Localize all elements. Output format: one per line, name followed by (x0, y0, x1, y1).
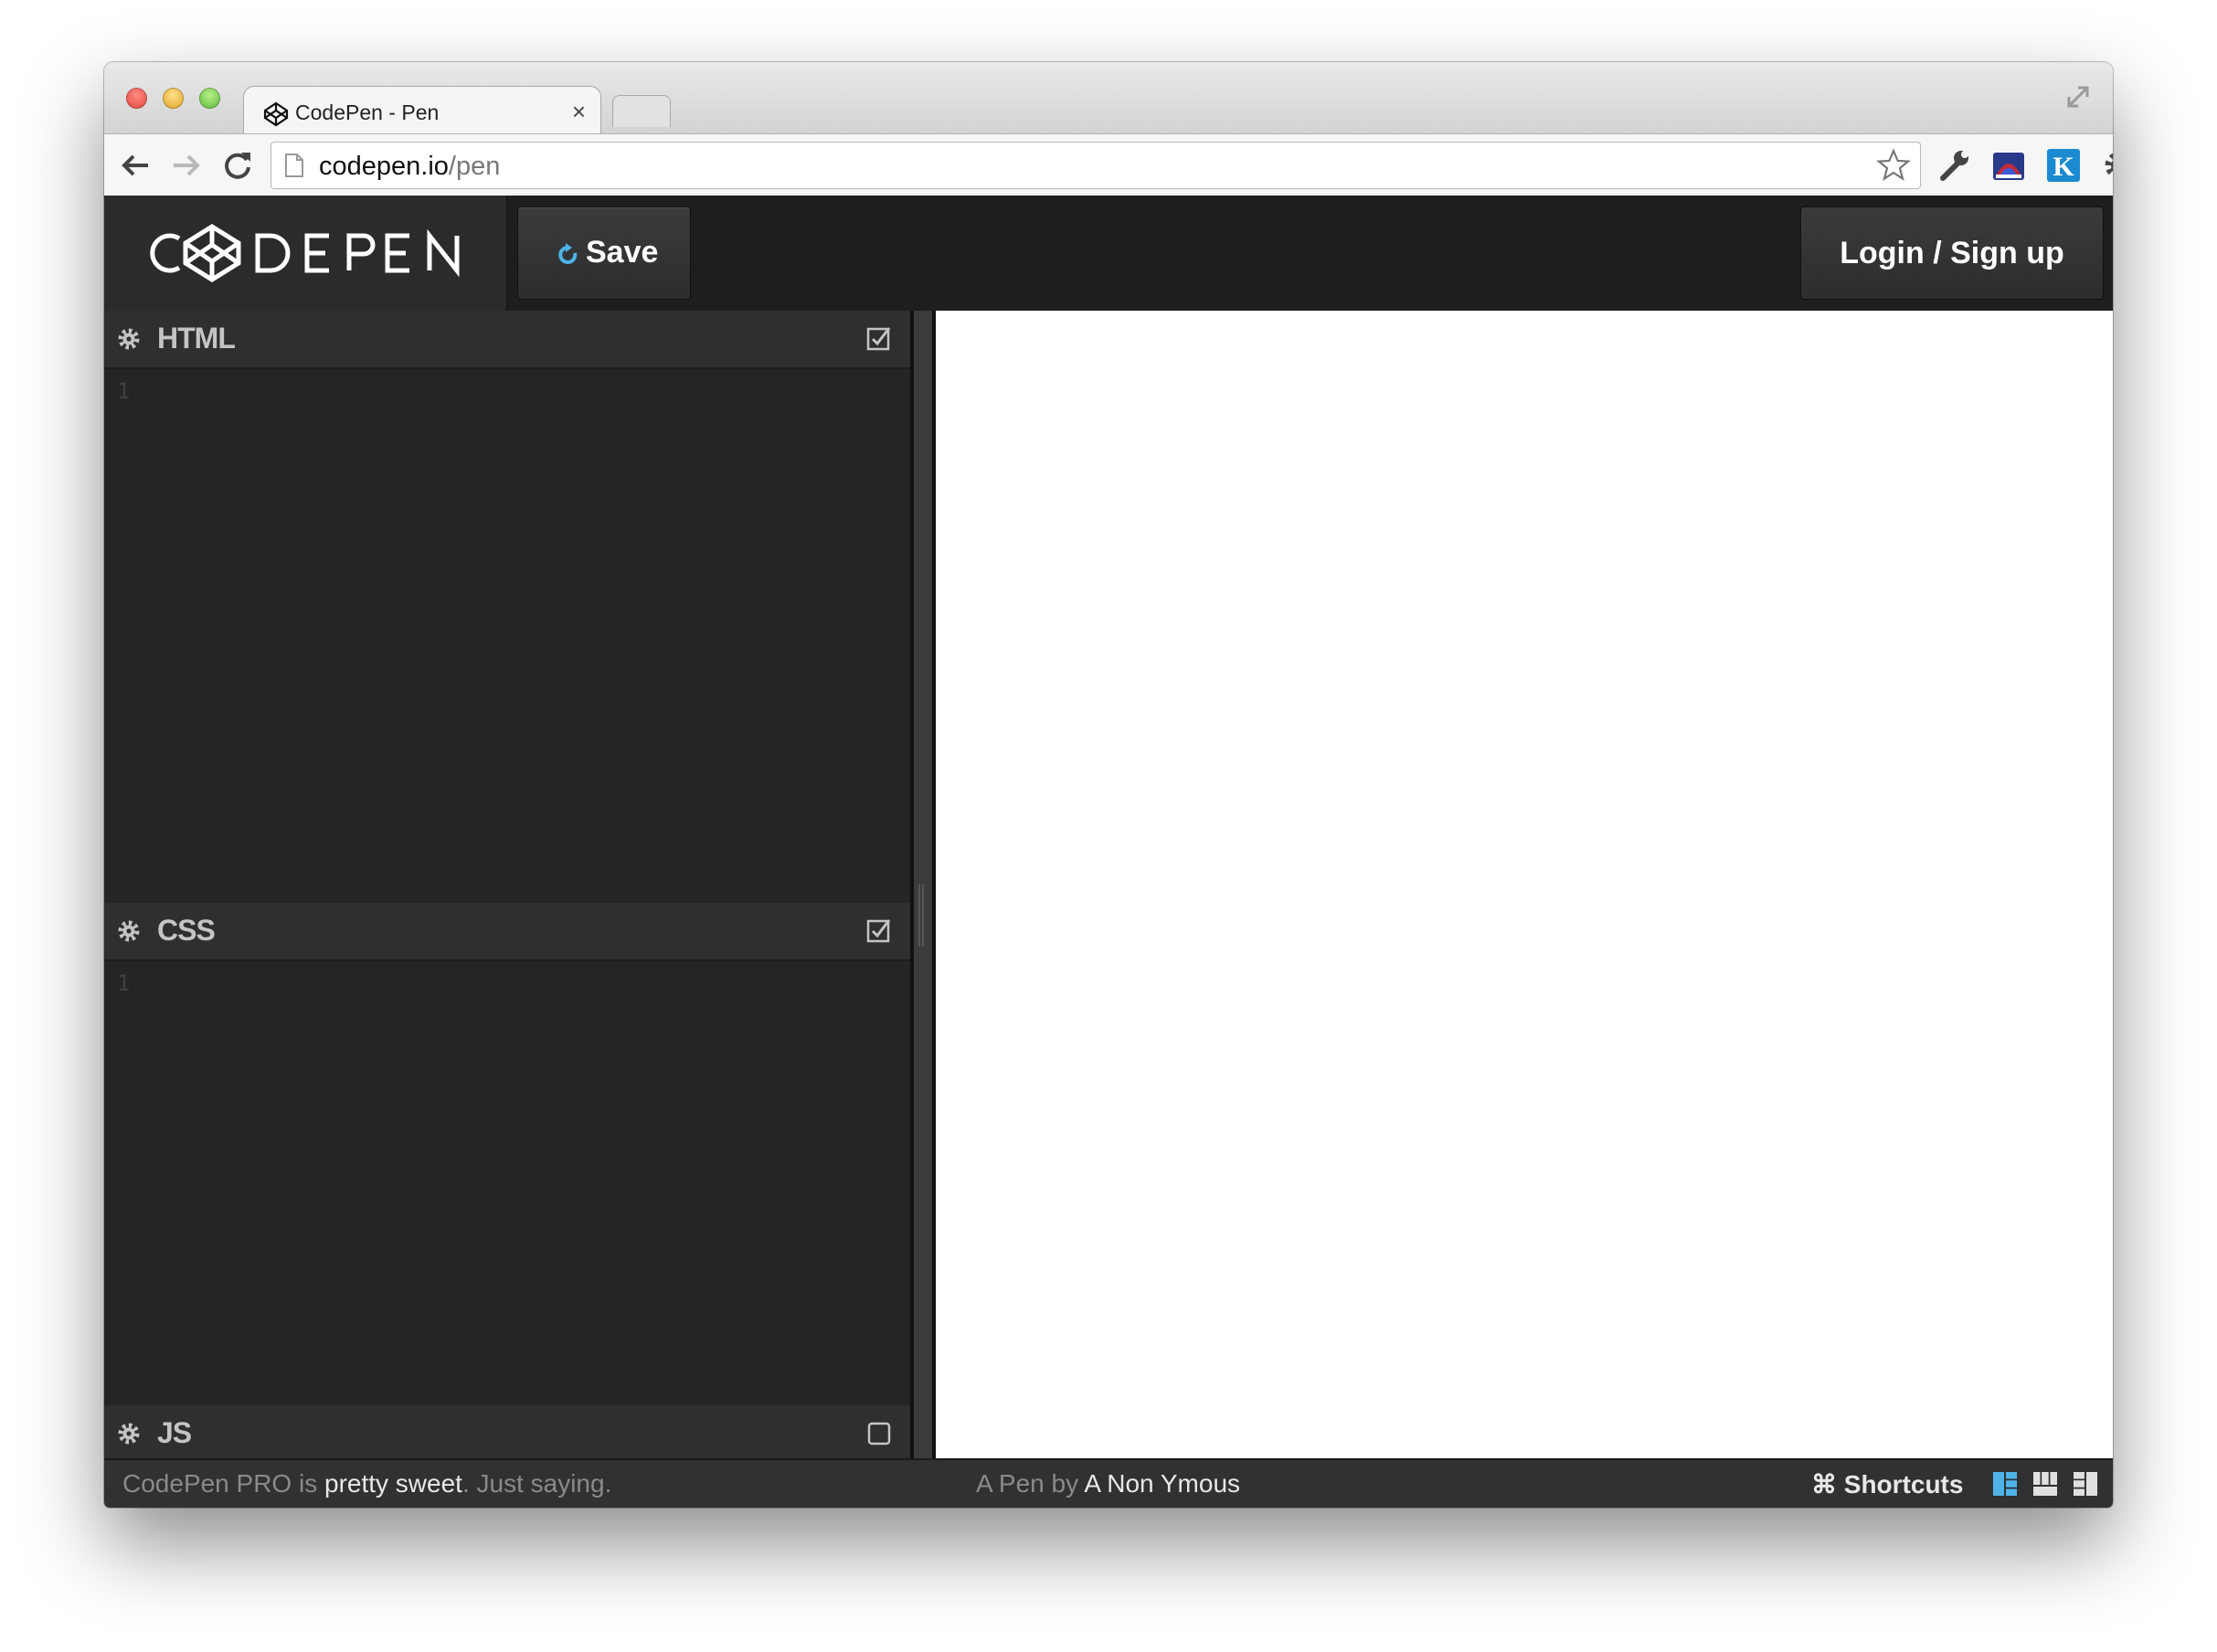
new-tab-button[interactable] (612, 95, 671, 127)
browser-toolbar: codepen.io/pen K (104, 133, 2113, 197)
codepen-header: Save Login / Sign up (104, 196, 2113, 311)
html-panel-title: HTML (157, 322, 236, 355)
js-panel-title: JS (157, 1416, 192, 1449)
css-editor[interactable]: 1 (104, 961, 910, 1405)
pen-byline: A Pen by A Non Ymous (976, 1469, 1240, 1498)
zoom-window-button[interactable] (199, 88, 220, 109)
back-arrow-icon[interactable] (117, 147, 154, 184)
html-settings-gear-icon[interactable] (115, 325, 143, 353)
address-bar[interactable]: codepen.io/pen (270, 142, 1921, 189)
svg-text:K: K (2053, 152, 2074, 182)
byline-prefix: A Pen by (976, 1469, 1085, 1498)
css-panel-title: CSS (157, 914, 216, 947)
settings-gear-icon[interactable] (2100, 147, 2113, 184)
js-panel-header: JS (104, 1405, 910, 1458)
save-button[interactable]: Save (517, 206, 691, 300)
tab-strip: CodePen - Pen × (104, 62, 2113, 136)
extension-speed-icon[interactable] (1990, 147, 2027, 184)
url-domain: codepen.io (319, 152, 449, 181)
preview-pane (936, 311, 2113, 1458)
resize-grip-handle[interactable] (918, 884, 926, 947)
logo-area (104, 196, 507, 311)
reload-icon[interactable] (219, 147, 256, 184)
editor-column: HTML 1 CSS 1 JS (104, 311, 910, 1458)
pro-promo-text[interactable]: CodePen PRO is pretty sweet. Just saying… (122, 1469, 611, 1498)
browser-window: CodePen - Pen × codepen.io/pen K Save Lo… (104, 62, 2113, 1508)
css-settings-gear-icon[interactable] (115, 917, 143, 945)
line-number: 1 (117, 970, 131, 996)
js-settings-gear-icon[interactable] (115, 1420, 143, 1447)
fullscreen-icon[interactable] (2062, 80, 2095, 113)
layout-left-icon[interactable] (1992, 1471, 2018, 1497)
extension-k-icon[interactable]: K (2045, 147, 2082, 184)
css-panel-header: CSS (104, 903, 910, 961)
browser-tab[interactable]: CodePen - Pen × (243, 86, 601, 136)
author-link[interactable]: A Non Ymous (1084, 1469, 1240, 1498)
html-checkbox-checked-icon[interactable] (866, 325, 892, 351)
shortcuts-button[interactable]: ⌘ Shortcuts (1811, 1469, 1963, 1499)
page-icon (285, 154, 303, 177)
line-number: 1 (117, 378, 131, 404)
tab-close-button[interactable]: × (572, 98, 586, 126)
promo-bold: pretty sweet (324, 1469, 462, 1498)
html-panel-header: HTML (104, 311, 910, 369)
close-window-button[interactable] (126, 88, 147, 109)
refresh-icon (558, 243, 578, 264)
layout-right-icon[interactable] (2073, 1471, 2098, 1497)
tab-title: CodePen - Pen (295, 101, 440, 124)
codepen-logo[interactable] (139, 223, 468, 283)
login-signup-button[interactable]: Login / Sign up (1800, 206, 2104, 300)
codepen-favicon-icon (263, 101, 289, 127)
save-label: Save (586, 235, 659, 270)
html-editor[interactable]: 1 (104, 369, 910, 903)
promo-prefix: CodePen PRO is (122, 1469, 324, 1498)
css-checkbox-checked-icon[interactable] (866, 917, 892, 943)
minimize-window-button[interactable] (163, 88, 184, 109)
url-text: codepen.io/pen (319, 152, 500, 182)
promo-suffix: . Just saying. (461, 1469, 612, 1498)
js-checkbox-icon[interactable] (866, 1420, 892, 1446)
url-path: /pen (448, 152, 501, 181)
codepen-footer: CodePen PRO is pretty sweet. Just saying… (104, 1458, 2113, 1508)
forward-arrow-icon[interactable] (168, 147, 205, 184)
wrench-icon[interactable] (1936, 147, 1972, 184)
bookmark-star-icon[interactable] (1876, 148, 1911, 183)
layout-top-icon[interactable] (2032, 1471, 2058, 1497)
